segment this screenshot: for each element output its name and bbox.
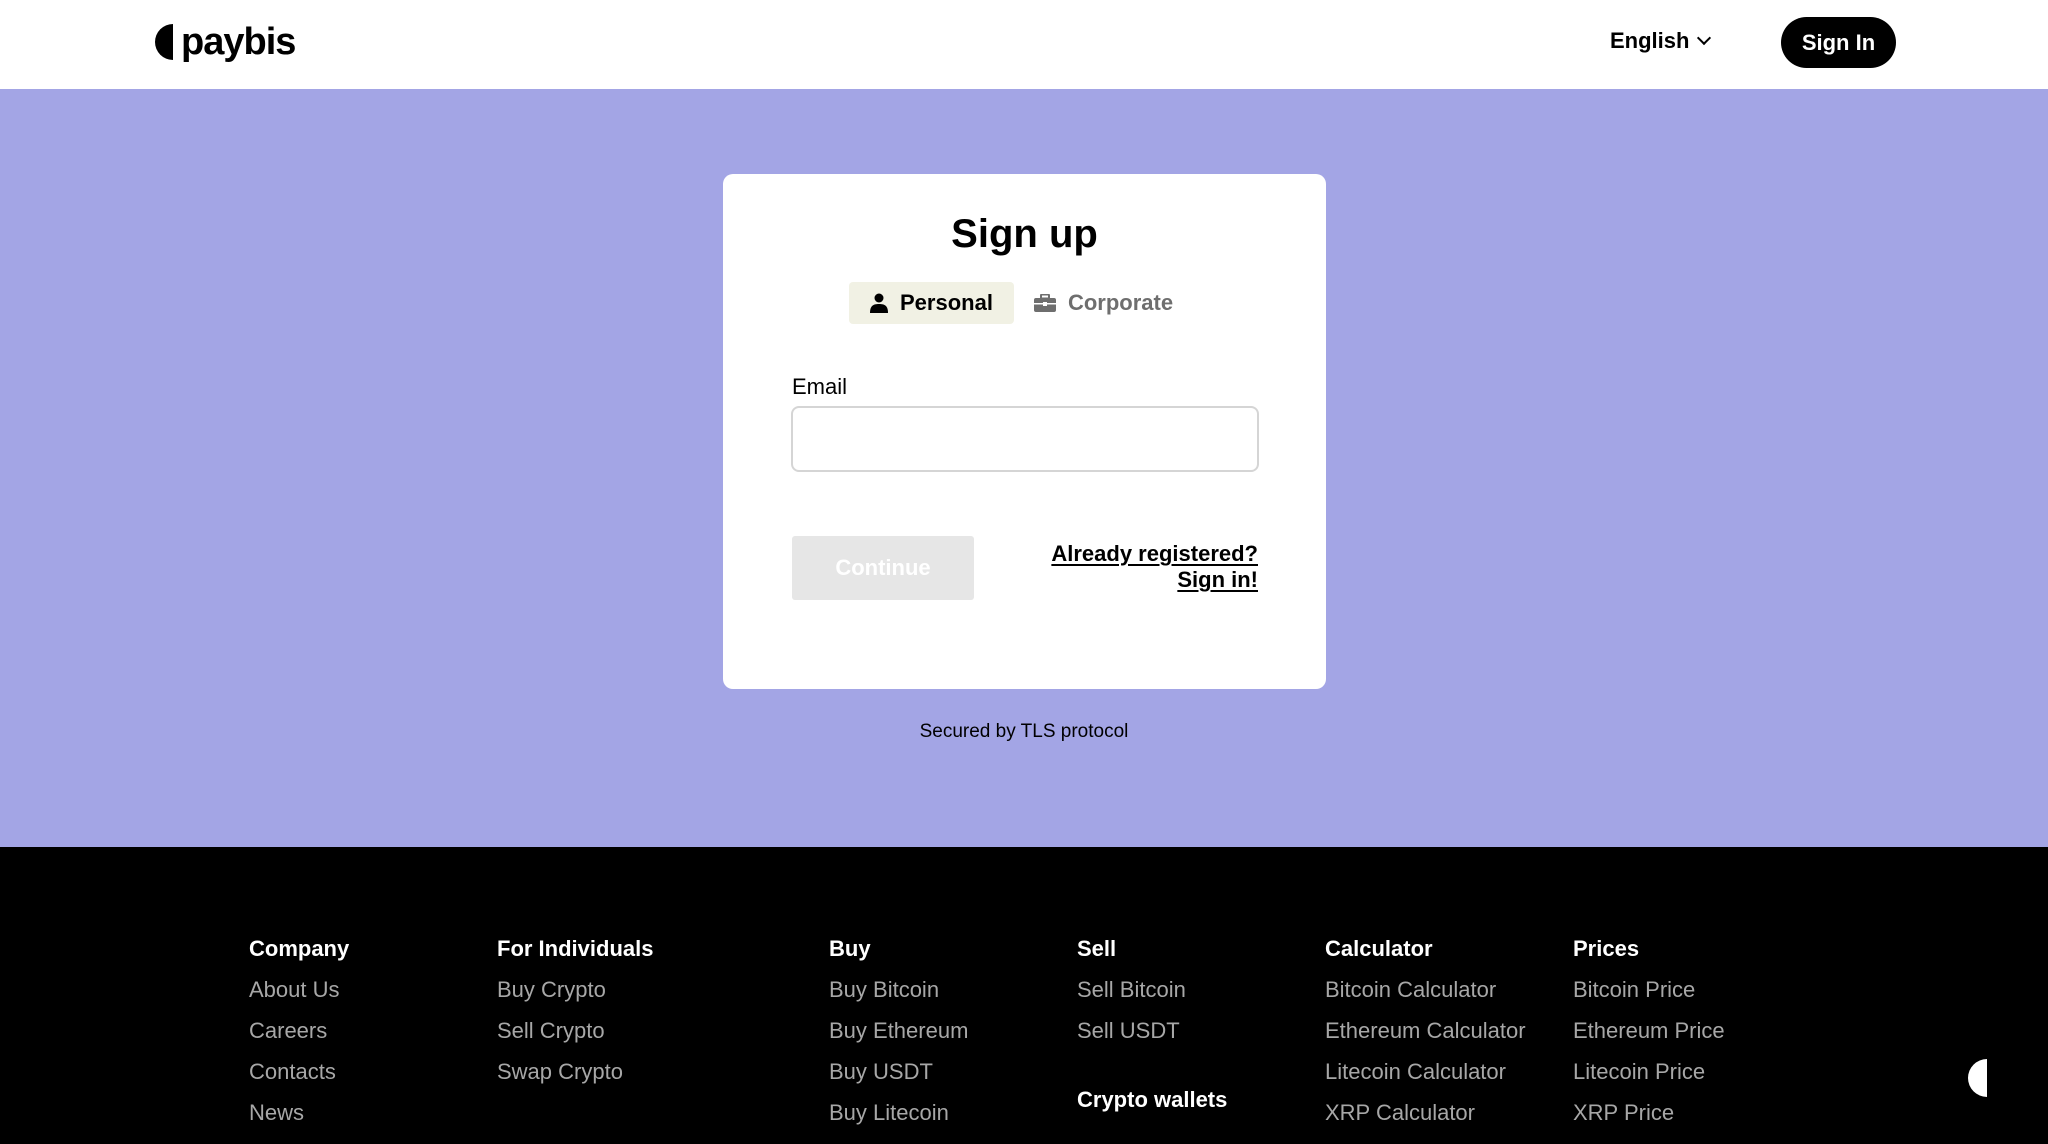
logo-half-circle-icon xyxy=(155,24,173,60)
signup-title: Sign up xyxy=(951,212,1098,256)
chevron-down-icon xyxy=(1697,30,1712,46)
language-selector[interactable]: English xyxy=(1610,28,1712,54)
email-field[interactable] xyxy=(791,406,1259,472)
paybis-logo[interactable]: paybis xyxy=(155,21,296,63)
header-sign-in-button[interactable]: Sign In xyxy=(1781,17,1896,68)
site-header: paybis English Sign In xyxy=(0,0,2048,89)
footer-link[interactable]: XRP Price xyxy=(1573,1098,1725,1128)
footer-link[interactable]: Swap Crypto xyxy=(497,1057,653,1087)
footer-link[interactable]: Buy Litecoin xyxy=(829,1098,968,1128)
footer-column-prices: Prices Bitcoin Price Ethereum Price Lite… xyxy=(1573,934,1725,1128)
sign-in-link[interactable]: Already registered? Sign in! xyxy=(1051,541,1258,593)
footer-column-title: Sell xyxy=(1077,936,1117,961)
footer-link[interactable]: Buy Ethereum xyxy=(829,1016,968,1046)
footer-column-buy: Buy Buy Bitcoin Buy Ethereum Buy USDT Bu… xyxy=(829,934,968,1128)
sign-in-text: Sign in! xyxy=(1177,567,1258,592)
person-icon xyxy=(870,293,888,313)
footer-column-company: Company About Us Careers Contacts News xyxy=(249,934,349,1128)
footer-column-title: Company xyxy=(249,936,350,961)
footer-link[interactable]: Ethereum Price xyxy=(1573,1016,1725,1046)
security-note: Secured by TLS protocol xyxy=(919,721,1129,742)
signup-card: Sign up Personal Corporate Email Continu… xyxy=(723,174,1326,689)
footer-column-title: For Individuals xyxy=(497,936,654,961)
footer-column-title: Prices xyxy=(1573,936,1640,961)
signup-hero: Sign up Personal Corporate Email Continu… xyxy=(0,89,2048,847)
tab-corporate[interactable]: Corporate xyxy=(1033,282,1194,324)
footer-link[interactable]: Bitcoin Calculator xyxy=(1325,975,1526,1005)
footer-link[interactable]: Sell USDT xyxy=(1077,1016,1227,1046)
footer-link[interactable]: Sell Crypto xyxy=(497,1016,653,1046)
footer-column-title: Buy xyxy=(829,936,871,961)
footer-column-calculator: Calculator Bitcoin Calculator Ethereum C… xyxy=(1325,934,1526,1128)
footer-link[interactable]: Buy USDT xyxy=(829,1057,968,1087)
footer-link[interactable]: Bitcoin Price xyxy=(1573,975,1725,1005)
footer-link[interactable]: Sell Bitcoin xyxy=(1077,975,1227,1005)
tab-personal-label: Personal xyxy=(900,290,993,315)
tab-corporate-label: Corporate xyxy=(1067,290,1174,315)
site-footer: Company About Us Careers Contacts News F… xyxy=(0,847,2048,1144)
already-registered-text: Already registered? xyxy=(1051,541,1258,566)
footer-column-title: Calculator xyxy=(1325,936,1433,961)
footer-link[interactable]: Litecoin Price xyxy=(1573,1057,1725,1087)
footer-link[interactable]: Careers xyxy=(249,1016,349,1046)
footer-link[interactable]: XRP Calculator xyxy=(1325,1098,1526,1128)
footer-column-sell: Sell Sell Bitcoin Sell USDT Crypto walle… xyxy=(1077,934,1227,1115)
continue-button[interactable]: Continue xyxy=(792,536,974,600)
footer-link[interactable]: About Us xyxy=(249,975,349,1005)
email-label: Email xyxy=(792,374,848,399)
footer-column-individuals: For Individuals Buy Crypto Sell Crypto S… xyxy=(497,934,653,1087)
footer-link[interactable]: News xyxy=(249,1098,349,1128)
footer-column-title-crypto-wallets: Crypto wallets xyxy=(1077,1087,1228,1112)
briefcase-icon xyxy=(1033,294,1056,312)
footer-link[interactable]: Litecoin Calculator xyxy=(1325,1057,1526,1087)
footer-link[interactable]: Contacts xyxy=(249,1057,349,1087)
footer-link[interactable]: Buy Crypto xyxy=(497,975,653,1005)
language-label: English xyxy=(1610,28,1690,53)
logo-text: paybis xyxy=(181,21,296,63)
footer-link[interactable]: Buy Bitcoin xyxy=(829,975,968,1005)
account-type-tabs: Personal Corporate xyxy=(849,282,1194,324)
footer-link[interactable]: Ethereum Calculator xyxy=(1325,1016,1526,1046)
tab-personal[interactable]: Personal xyxy=(849,282,1014,324)
